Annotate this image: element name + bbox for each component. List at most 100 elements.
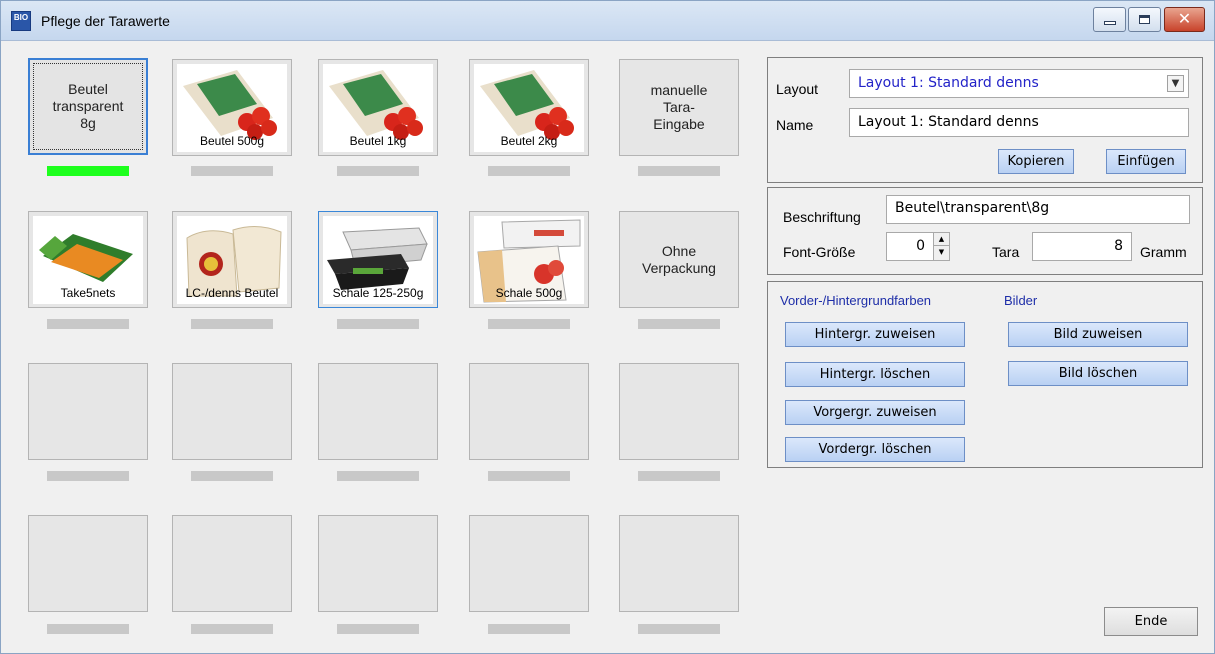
cloth-bag-image: LC-/denns Beutel (177, 216, 287, 304)
tara-input[interactable]: 8 (1032, 232, 1132, 261)
tara-label: Tara (992, 244, 1020, 260)
tile-label: Beutel 1kg (349, 134, 407, 148)
tub-image: Schale 500g (474, 216, 584, 304)
minimize-button[interactable] (1093, 7, 1126, 32)
foreground-delete-button[interactable]: Vordergr. löschen (785, 437, 965, 462)
tara-window: BIO Pflege der Tarawerte ✕ Beutel transp… (0, 0, 1215, 654)
caption-label: Beschriftung (783, 209, 861, 225)
name-label: Name (776, 117, 814, 133)
tile-empty[interactable] (172, 363, 292, 460)
image-delete-button[interactable]: Bild löschen (1008, 361, 1188, 386)
spin-down-icon[interactable]: ▼ (934, 246, 949, 259)
tile-empty[interactable] (172, 515, 292, 612)
tile-empty[interactable] (469, 363, 589, 460)
tile-status-bar (47, 471, 129, 481)
tray-image: Schale 125-250g (323, 216, 433, 304)
tile-label: Take5nets (60, 286, 116, 300)
tile-empty[interactable] (318, 363, 438, 460)
tile-empty[interactable] (318, 515, 438, 612)
background-assign-button[interactable]: Hintergr. zuweisen (785, 322, 965, 347)
tile-take5nets[interactable]: Take5nets (28, 211, 148, 308)
tile-label: Beutel transparent 8g (52, 81, 124, 131)
layout-select-value: Layout 1: Standard denns (858, 75, 1039, 91)
layout-select[interactable]: Layout 1: Standard denns ▼ (849, 69, 1189, 98)
tile-status-bar (638, 166, 720, 176)
paste-button[interactable]: Einfügen (1106, 149, 1186, 174)
tile-status-bar (488, 319, 570, 329)
tile-empty[interactable] (28, 363, 148, 460)
unit-label: Gramm (1140, 244, 1187, 260)
close-icon: ✕ (1177, 10, 1192, 28)
layout-group: Layout Layout 1: Standard denns ▼ Name L… (767, 57, 1203, 183)
tile-status-bar (638, 471, 720, 481)
tomato-bag-image: Beutel 2kg (474, 64, 584, 152)
tile-status-bar (191, 166, 273, 176)
chevron-down-icon[interactable]: ▼ (1167, 75, 1184, 92)
tile-status-bar (488, 166, 570, 176)
images-section-title: Bilder (1004, 293, 1038, 308)
label-group: Beschriftung Beutel\transparent\8g Font-… (767, 187, 1203, 275)
minimize-icon (1103, 20, 1116, 25)
tile-status-bar (191, 319, 273, 329)
tile-beutel-1kg[interactable]: Beutel 1kg (318, 59, 438, 156)
foreground-assign-button[interactable]: Vorgergr. zuweisen (785, 400, 965, 425)
tile-label: Beutel 2kg (500, 134, 558, 148)
tile-status-bar (191, 624, 273, 634)
name-input[interactable]: Layout 1: Standard denns (849, 108, 1189, 137)
tile-schale-500g[interactable]: Schale 500g (469, 211, 589, 308)
window-title: Pflege der Tarawerte (41, 13, 170, 29)
font-size-stepper[interactable]: 0 ▲ ▼ (886, 232, 950, 261)
font-size-label: Font-Größe (783, 244, 856, 260)
tile-status-bar (337, 319, 419, 329)
maximize-icon (1139, 15, 1150, 24)
tile-status-bar (638, 319, 720, 329)
spin-up-icon[interactable]: ▲ (934, 233, 949, 246)
title-bar[interactable]: BIO Pflege der Tarawerte ✕ (1, 1, 1214, 41)
colors-images-group: Vorder-/Hintergrundfarben Bilder Hinterg… (767, 281, 1203, 468)
tile-status-bar (638, 624, 720, 634)
image-assign-button[interactable]: Bild zuweisen (1008, 322, 1188, 347)
background-delete-button[interactable]: Hintergr. löschen (785, 362, 965, 387)
tile-status-bar (191, 471, 273, 481)
copy-button[interactable]: Kopieren (998, 149, 1074, 174)
bio-app-icon: BIO (11, 11, 31, 31)
font-size-value: 0 (916, 238, 925, 254)
tile-status-bar (488, 471, 570, 481)
tile-focus-frame: Beutel transparent 8g (33, 63, 143, 150)
end-button[interactable]: Ende (1104, 607, 1198, 636)
tile-empty[interactable] (619, 515, 739, 612)
tile-empty[interactable] (28, 515, 148, 612)
tile-empty[interactable] (619, 363, 739, 460)
maximize-button[interactable] (1128, 7, 1161, 32)
tile-status-bar (337, 471, 419, 481)
colors-section-title: Vorder-/Hintergrundfarben (780, 293, 932, 308)
tile-beutel-2kg[interactable]: Beutel 2kg (469, 59, 589, 156)
tile-manuelle-tara-eingabe[interactable]: manuelle Tara- Eingabe (619, 59, 739, 156)
tile-label: manuelle Tara- Eingabe (650, 82, 708, 132)
tile-beutel-transparent-8g[interactable]: Beutel transparent 8g (28, 58, 148, 155)
tile-ohne-verpackung[interactable]: Ohne Verpackung (619, 211, 739, 308)
spin-buttons[interactable]: ▲ ▼ (933, 233, 949, 260)
close-button[interactable]: ✕ (1164, 7, 1205, 32)
tile-empty[interactable] (469, 515, 589, 612)
tile-schale-125-250g[interactable]: Schale 125-250g (318, 211, 438, 308)
tomato-bag-image: Beutel 1kg (323, 64, 433, 152)
tile-label: Beutel 500g (199, 134, 265, 148)
tile-status-bar (337, 166, 419, 176)
tile-status-bar (47, 624, 129, 634)
tile-status-bar (47, 319, 129, 329)
tile-status-bar (488, 624, 570, 634)
caption-input[interactable]: Beutel\transparent\8g (886, 195, 1190, 224)
tile-label: LC-/denns Beutel (185, 286, 279, 300)
app-icon-text: BIO (13, 13, 29, 22)
tomato-bag-image: Beutel 500g (177, 64, 287, 152)
carrot-net-image: Take5nets (33, 216, 143, 304)
tile-status-bar (337, 624, 419, 634)
tile-lc-denns-beutel[interactable]: LC-/denns Beutel (172, 211, 292, 308)
tile-label: Ohne Verpackung (642, 242, 716, 276)
tile-status-bar (47, 166, 129, 176)
tile-label: Schale 500g (495, 286, 563, 300)
layout-label: Layout (776, 81, 819, 97)
tile-beutel-500g[interactable]: Beutel 500g (172, 59, 292, 156)
tile-label: Schale 125-250g (332, 286, 424, 300)
